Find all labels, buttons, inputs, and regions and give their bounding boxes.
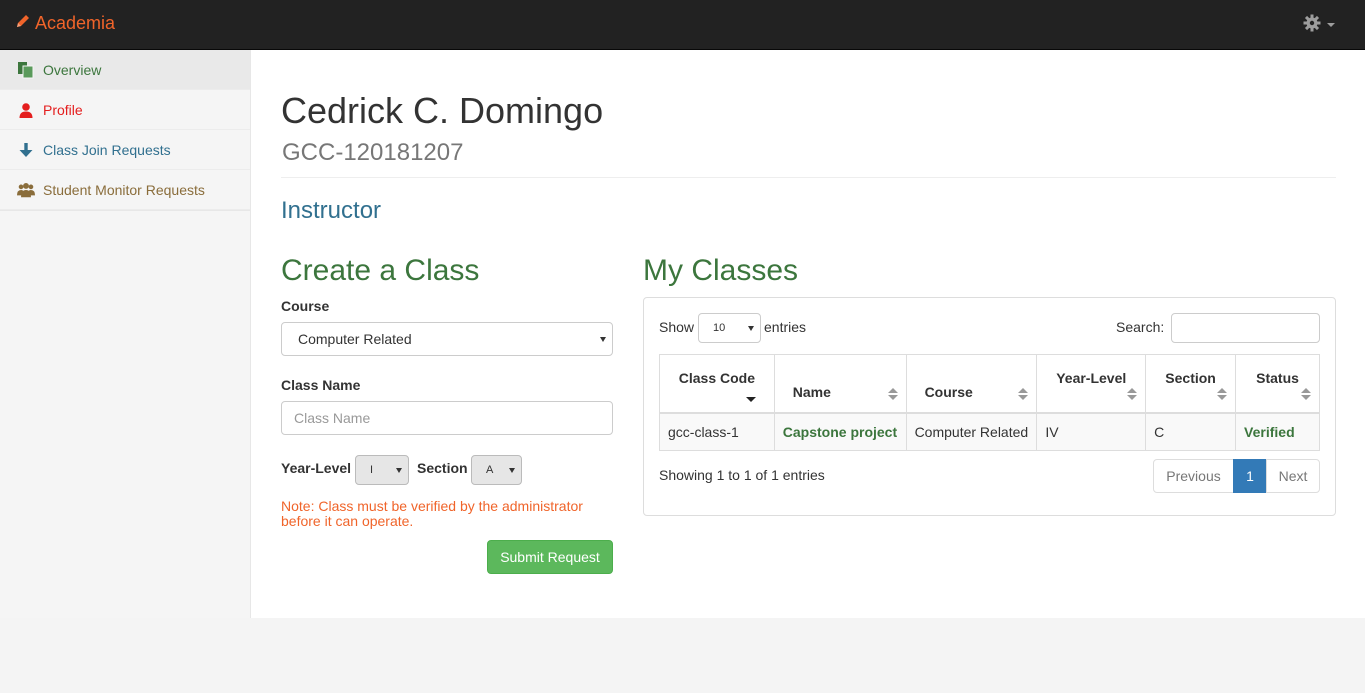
sidebar-item-student-monitor-requests[interactable]: Student Monitor Requests bbox=[0, 170, 250, 210]
sort-icon bbox=[1301, 387, 1311, 400]
pencil-icon bbox=[15, 13, 31, 34]
sidebar-item-class-join-requests[interactable]: Class Join Requests bbox=[0, 130, 250, 170]
sidebar-item-label: Profile bbox=[43, 101, 83, 118]
entries-label: entries bbox=[764, 319, 807, 335]
column-header-class-code[interactable]: Class Code bbox=[659, 354, 775, 414]
verification-note: Note: Class must be verified by the admi… bbox=[281, 498, 583, 529]
submit-request-button[interactable]: Submit Request bbox=[487, 540, 613, 574]
sidebar-item-label: Overview bbox=[43, 61, 102, 78]
create-class-heading: Create a Class bbox=[281, 254, 480, 287]
dropdown-arrow-icon bbox=[600, 337, 606, 342]
column-header-label: Section bbox=[1165, 369, 1216, 386]
class-name-link[interactable]: Capstone project bbox=[773, 412, 907, 451]
column-header-year-level[interactable]: Year-Level bbox=[1036, 354, 1147, 414]
arrow-down-icon bbox=[17, 141, 35, 159]
previous-page-button[interactable]: Previous bbox=[1153, 459, 1234, 493]
sort-icon bbox=[1127, 387, 1138, 400]
brand-label: Academia bbox=[35, 13, 116, 33]
sort-desc-icon bbox=[745, 396, 756, 402]
course-label: Course bbox=[281, 298, 330, 314]
top-navbar: Academia bbox=[0, 0, 1365, 50]
year-level-select[interactable]: I bbox=[355, 455, 409, 485]
my-classes-heading: My Classes bbox=[643, 254, 799, 287]
column-header-label: Year-Level bbox=[1056, 369, 1127, 386]
year-level-label: Year-Level bbox=[281, 460, 352, 476]
chevron-down-icon bbox=[1327, 22, 1335, 27]
user-id: GCC-120181207 bbox=[282, 139, 464, 166]
brand-link[interactable]: Academia bbox=[15, 13, 115, 34]
page-title: Cedrick C. Domingo bbox=[281, 90, 604, 131]
sidebar-item-profile[interactable]: Profile bbox=[0, 90, 250, 130]
classes-table: Class Code Name Course Year-Level Sectio… bbox=[659, 354, 1320, 451]
show-label: Show bbox=[659, 319, 695, 335]
column-header-status[interactable]: Status bbox=[1235, 354, 1320, 414]
table-info: Showing 1 to 1 of 1 entries bbox=[659, 467, 825, 483]
section-label: Section bbox=[417, 460, 468, 476]
cell-class-code: gcc-class-1 bbox=[659, 412, 775, 451]
overview-icon bbox=[17, 61, 35, 79]
year-level-value: I bbox=[370, 464, 374, 476]
page-1-button[interactable]: 1 bbox=[1233, 459, 1267, 493]
column-header-label: Course bbox=[924, 383, 973, 400]
sidebar-item-label: Student Monitor Requests bbox=[43, 181, 205, 198]
section-value: A bbox=[486, 464, 494, 476]
class-name-input[interactable]: Class Name bbox=[281, 401, 613, 435]
gear-icon bbox=[1303, 14, 1321, 35]
role-heading: Instructor bbox=[281, 197, 382, 224]
class-name-placeholder: Class Name bbox=[294, 410, 371, 426]
cell-section: C bbox=[1145, 412, 1237, 451]
users-icon bbox=[17, 181, 35, 199]
class-name-label: Class Name bbox=[281, 377, 361, 393]
course-select[interactable]: Computer Related bbox=[281, 322, 613, 356]
cell-year-level: IV bbox=[1036, 412, 1147, 451]
next-page-button[interactable]: Next bbox=[1266, 459, 1320, 493]
column-header-label: Status bbox=[1256, 369, 1299, 386]
search-input[interactable] bbox=[1171, 313, 1320, 343]
search-label: Search: bbox=[1116, 319, 1165, 335]
dropdown-arrow-icon bbox=[748, 326, 754, 331]
pagination: Previous 1 Next bbox=[1153, 459, 1320, 493]
entries-value: 10 bbox=[713, 322, 726, 334]
dropdown-arrow-icon bbox=[509, 468, 515, 473]
column-header-label: Name bbox=[792, 383, 831, 400]
divider bbox=[281, 177, 1336, 178]
sort-icon bbox=[1018, 387, 1029, 400]
sort-icon bbox=[887, 387, 898, 400]
status-badge: Verified bbox=[1235, 412, 1320, 451]
settings-dropdown[interactable] bbox=[1303, 14, 1335, 35]
dropdown-arrow-icon bbox=[396, 468, 402, 473]
entries-select[interactable]: 10 bbox=[698, 313, 761, 343]
table-row: gcc-class-1 Capstone project Computer Re… bbox=[659, 412, 1320, 451]
user-icon bbox=[17, 101, 35, 119]
main-content: Cedrick C. Domingo GCC-120181207 Instruc… bbox=[251, 50, 1365, 618]
column-header-course[interactable]: Course bbox=[905, 354, 1038, 414]
course-select-value: Computer Related bbox=[298, 331, 412, 347]
my-classes-panel: Show 10 entries Search: Class Code Name bbox=[643, 297, 1336, 516]
sort-icon bbox=[1217, 387, 1228, 400]
section-select[interactable]: A bbox=[471, 455, 522, 485]
column-header-section[interactable]: Section bbox=[1145, 354, 1237, 414]
cell-course: Computer Related bbox=[905, 412, 1038, 451]
sidebar-item-overview[interactable]: Overview bbox=[0, 50, 250, 90]
sidebar: Overview Profile Class Join Requests Stu… bbox=[0, 50, 251, 618]
column-header-label: Class Code bbox=[678, 369, 755, 386]
column-header-name[interactable]: Name bbox=[773, 354, 907, 414]
sidebar-item-label: Class Join Requests bbox=[43, 141, 171, 158]
